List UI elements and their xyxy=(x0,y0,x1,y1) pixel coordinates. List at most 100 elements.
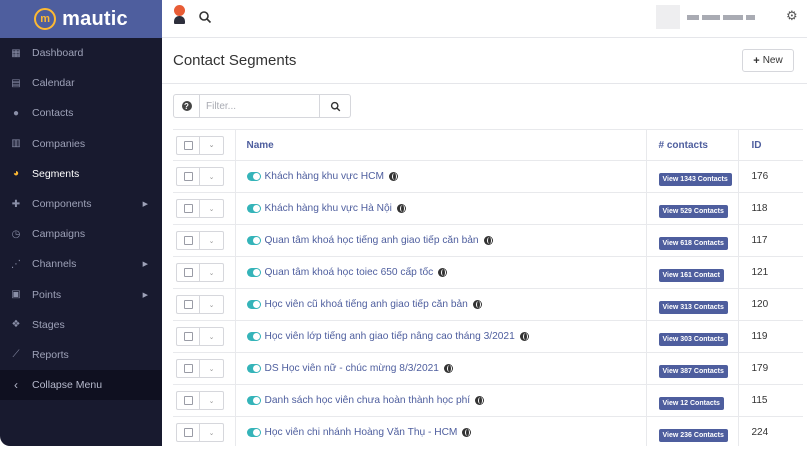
row-checkbox[interactable] xyxy=(176,263,200,282)
filter-input[interactable] xyxy=(200,94,320,118)
chevron-down-icon[interactable]: ⌄ xyxy=(200,135,224,155)
chevron-down-icon[interactable]: ⌄ xyxy=(200,327,224,346)
chevron-down-icon[interactable]: ⌄ xyxy=(200,391,224,410)
sidebar-item-label: Dashboard xyxy=(32,47,84,60)
segment-name-link[interactable]: Khách hàng khu vực HCM xyxy=(265,171,385,182)
sidebar-item-dashboard[interactable]: ▦ Dashboard xyxy=(0,38,162,68)
app-window: m mautic ▦ Dashboard ▤ Calendar ● Contacts ▥ Co… xyxy=(0,0,807,446)
chevron-down-icon[interactable]: ⌄ xyxy=(200,423,224,442)
segment-name-link[interactable]: Học viên lớp tiếng anh giao tiếp nâng ca… xyxy=(265,331,515,342)
filter-help-button[interactable]: ? xyxy=(173,94,200,118)
sidebar-item-components[interactable]: ✚ Components ▶ xyxy=(0,189,162,219)
sidebar-item-points[interactable]: ▣ Points ▶ xyxy=(0,280,162,310)
row-checkbox[interactable] xyxy=(176,391,200,410)
published-toggle[interactable] xyxy=(246,268,261,277)
sidebar-item-stages[interactable]: ❖ Stages xyxy=(0,310,162,340)
row-checkbox[interactable] xyxy=(176,295,200,314)
segment-name-link[interactable]: Học viên chi nhánh Hoàng Văn Thụ - HCM xyxy=(265,427,458,438)
select-all-group: ⌄ xyxy=(176,135,224,155)
row-checkbox[interactable] xyxy=(176,231,200,250)
globe-icon xyxy=(443,364,453,373)
chevron-down-icon[interactable]: ⌄ xyxy=(200,263,224,282)
published-toggle[interactable] xyxy=(246,204,261,213)
chevron-down-icon[interactable]: ⌄ xyxy=(200,231,224,250)
sidebar-item-calendar[interactable]: ▤ Calendar xyxy=(0,68,162,98)
puzzle-icon: ✚ xyxy=(11,198,21,210)
published-toggle[interactable] xyxy=(246,364,261,373)
stages-icon: ❖ xyxy=(11,319,21,331)
view-contacts-badge[interactable]: View 618 Contacts xyxy=(658,236,728,250)
sidebar-item-channels[interactable]: ⋰ Channels ▶ xyxy=(0,249,162,279)
segment-name-cell: Quan tâm khoá học tiếng anh giao tiếp că… xyxy=(235,224,646,257)
new-button-label: New xyxy=(762,55,783,66)
published-toggle[interactable] xyxy=(246,172,261,181)
segment-name-link[interactable]: Khách hàng khu vực Hà Nội xyxy=(265,203,392,214)
published-toggle[interactable] xyxy=(246,332,261,341)
published-toggle[interactable] xyxy=(246,428,261,437)
segment-name-link[interactable]: Quan tâm khoá học tiếng anh giao tiếp că… xyxy=(265,235,479,246)
view-contacts-badge[interactable]: View 12 Contacts xyxy=(658,396,724,410)
sidebar-item-companies[interactable]: ▥ Companies xyxy=(0,129,162,159)
table-body: ⌄ Khách hàng khu vực HCM View 1343 Contact… xyxy=(173,160,803,446)
row-checkbox[interactable] xyxy=(176,199,200,218)
published-toggle[interactable] xyxy=(246,396,261,405)
notifications-bell-icon[interactable] xyxy=(172,5,188,27)
top-bar: ⚙ xyxy=(162,0,807,38)
contacts-cell: View 313 Contacts xyxy=(645,288,738,321)
gear-icon[interactable]: ⚙ xyxy=(786,8,800,23)
chevron-down-icon[interactable]: ⌄ xyxy=(200,359,224,378)
globe-icon xyxy=(475,396,485,405)
calculator-icon: ▣ xyxy=(11,289,21,301)
segment-name-link[interactable]: Học viên cũ khoá tiếng anh giao tiếp căn… xyxy=(265,299,468,310)
chevron-down-icon[interactable]: ⌄ xyxy=(200,199,224,218)
main-content: Contact Segments + New ? ⌄ xyxy=(162,38,807,446)
sidebar-item-reports[interactable]: ⟋ Reports xyxy=(0,340,162,370)
select-all-checkbox[interactable] xyxy=(176,135,200,155)
column-id[interactable]: ID xyxy=(737,129,803,161)
filter-search-button[interactable] xyxy=(320,94,351,118)
app-logo[interactable]: m mautic xyxy=(0,0,162,38)
table-row: ⌄ Quan tâm khoá học toiec 650 cấp tốc View… xyxy=(173,256,803,289)
view-contacts-badge[interactable]: View 313 Contacts xyxy=(658,300,728,314)
published-toggle[interactable] xyxy=(246,300,261,309)
table-row: ⌄ Học viên cũ khoá tiếng anh giao tiếp că… xyxy=(173,288,803,321)
view-contacts-badge[interactable]: View 303 Contacts xyxy=(658,332,728,346)
view-contacts-badge[interactable]: View 387 Contacts xyxy=(658,364,728,378)
view-contacts-badge[interactable]: View 529 Contacts xyxy=(658,204,728,218)
row-checkbox[interactable] xyxy=(176,327,200,346)
contacts-cell: View 1343 Contacts xyxy=(645,160,738,193)
sidebar-item-campaigns[interactable]: ◷ Campaigns xyxy=(0,219,162,249)
collapse-menu-button[interactable]: ‹ Collapse Menu xyxy=(0,370,162,401)
select-all-header: ⌄ xyxy=(173,129,236,161)
view-contacts-badge[interactable]: View 1343 Contacts xyxy=(658,172,732,186)
segment-name-link[interactable]: Danh sách học viên chưa hoàn thành học p… xyxy=(265,395,471,406)
contacts-cell: View 161 Contact xyxy=(645,256,738,289)
sidebar-item-contacts[interactable]: ● Contacts xyxy=(0,98,162,128)
user-avatar[interactable] xyxy=(656,5,680,29)
view-contacts-badge[interactable]: View 161 Contact xyxy=(658,268,724,282)
column-name[interactable]: Name xyxy=(235,129,646,161)
sidebar-item-label: Components xyxy=(32,198,92,211)
search-icon[interactable] xyxy=(198,10,212,24)
sidebar: m mautic ▦ Dashboard ▤ Calendar ● Contacts ▥ Co… xyxy=(0,0,162,446)
chevron-left-icon: ‹ xyxy=(14,378,18,393)
segment-id: 118 xyxy=(737,192,803,225)
new-segment-button[interactable]: + New xyxy=(742,49,794,72)
chevron-down-icon[interactable]: ⌄ xyxy=(200,295,224,314)
segment-id: 120 xyxy=(737,288,803,321)
published-toggle[interactable] xyxy=(246,236,261,245)
dashboard-icon: ▦ xyxy=(11,47,21,59)
segment-name-link[interactable]: Quan tâm khoá học toiec 650 cấp tốc xyxy=(265,267,434,278)
segment-id: 119 xyxy=(737,320,803,353)
row-checkbox[interactable] xyxy=(176,167,200,186)
view-contacts-badge[interactable]: View 236 Contacts xyxy=(658,428,728,442)
user-name-redacted[interactable] xyxy=(687,15,755,20)
row-checkbox[interactable] xyxy=(176,359,200,378)
row-action-group: ⌄ xyxy=(176,359,224,378)
segment-name-link[interactable]: DS Học viên nữ - chúc mừng 8/3/2021 xyxy=(265,363,439,374)
row-checkbox[interactable] xyxy=(176,423,200,442)
sidebar-item-segments[interactable]: ◕ Segments xyxy=(0,159,162,189)
chevron-down-icon[interactable]: ⌄ xyxy=(200,167,224,186)
contacts-cell: View 387 Contacts xyxy=(645,352,738,385)
column-contacts[interactable]: # contacts xyxy=(645,129,738,161)
